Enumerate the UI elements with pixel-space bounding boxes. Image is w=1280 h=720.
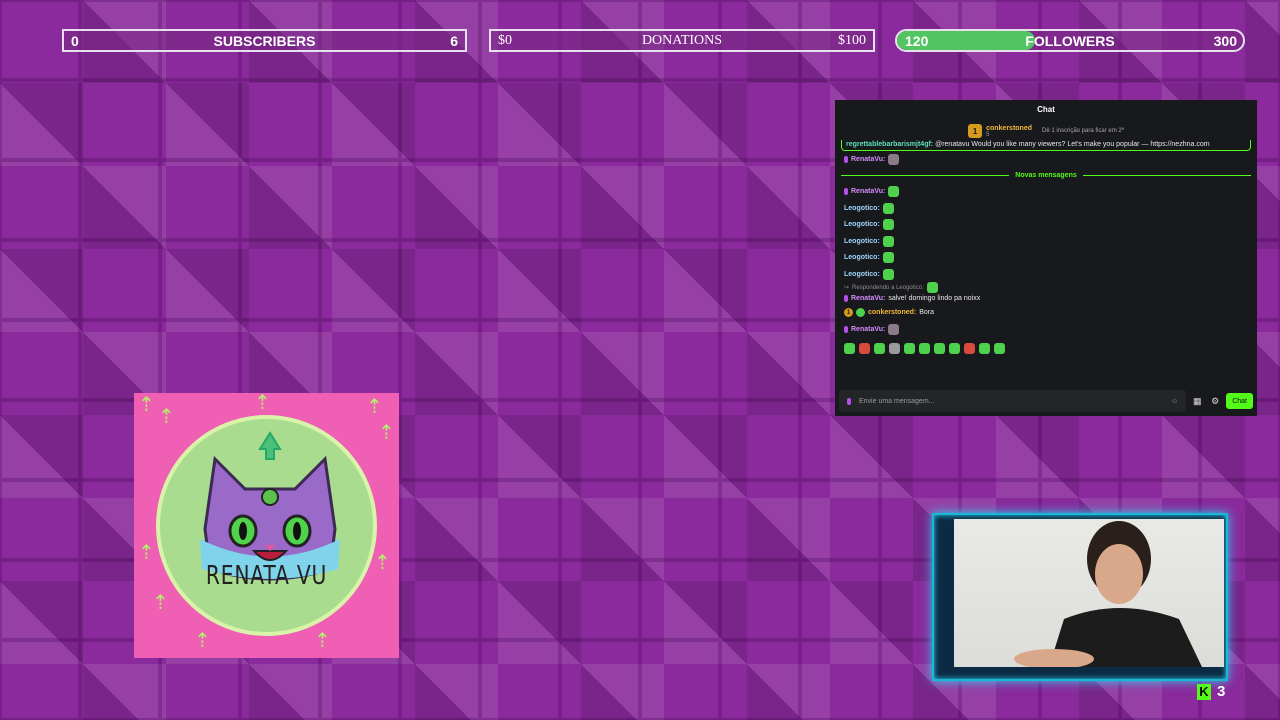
chat-input[interactable]: Envie uma mensagem... ☺	[839, 390, 1187, 412]
new-messages-divider: Novas mensagens	[835, 168, 1257, 184]
chat-panel: Chat 1 conkerstoned 5 Dê 1 inscrição par…	[835, 100, 1257, 416]
pinned-count: 5	[986, 131, 990, 138]
sub-badge-icon: 1	[968, 124, 983, 138]
reply-note-text: Respondendo a Leogotico:	[852, 284, 924, 291]
chat-message: Leogotico:	[835, 200, 1257, 217]
chat-input-row: Envie uma mensagem... ☺ ▦ ⚙ Chat	[839, 390, 1253, 412]
donations-label: DONATIONS	[641, 32, 723, 48]
chat-message: Leogotico:	[835, 250, 1257, 267]
emoji-icon[interactable]: ☺	[1171, 398, 1178, 405]
chat-username[interactable]: Leogotico:	[844, 221, 880, 228]
chat-message: Leogotico:	[835, 266, 1257, 283]
followers-goal-bar: 120 FOLLOWERS 300	[895, 29, 1245, 52]
chat-username[interactable]: RenataVu:	[851, 188, 885, 195]
emote-icon[interactable]	[964, 343, 975, 354]
microphone-icon	[844, 188, 848, 196]
gear-icon[interactable]: ⚙	[1208, 394, 1222, 408]
donations-target: $100	[838, 32, 866, 48]
emote-icon	[882, 219, 894, 231]
chat-username[interactable]: RenataVu:	[851, 326, 885, 333]
chat-message: Leogotico:	[835, 233, 1257, 250]
chat-username[interactable]: Leogotico:	[844, 271, 880, 278]
chat-message: Leogotico:	[835, 217, 1257, 234]
emote-icon[interactable]	[919, 343, 930, 354]
recent-emotes-bar	[835, 342, 1257, 356]
chat-text: Bora	[919, 309, 935, 317]
emote-icon[interactable]	[949, 343, 960, 354]
emote-icon	[926, 282, 938, 293]
subscribers-label: SUBSCRIBERS	[213, 32, 316, 49]
emote-icon[interactable]	[979, 343, 990, 354]
logo-text: RENATA VU	[205, 561, 328, 591]
channel-logo: ⇡ ⇡ ⇡ ⇡ ⇡ ⇡ ⇡ ⇡ ⇡ ⇡ RENATA VU	[134, 393, 399, 658]
webcam-video	[954, 519, 1224, 667]
chat-message: RenataVu: salve! domingo lindo pa noixx	[835, 293, 1257, 305]
chat-text: salve! domingo lindo pa noixx	[888, 295, 981, 302]
emote-icon[interactable]	[904, 343, 915, 354]
emote-icon[interactable]	[889, 343, 900, 354]
microphone-icon	[844, 295, 848, 302]
subscribers-goal-bar: 0 SUBSCRIBERS 6	[62, 29, 467, 52]
emote-icon[interactable]	[874, 343, 885, 354]
verified-icon	[856, 308, 865, 318]
send-chat-button[interactable]: Chat	[1226, 393, 1253, 409]
chat-username[interactable]: conkerstoned:	[868, 309, 916, 316]
pinned-subscriber[interactable]: 1 conkerstoned 5 Dê 1 inscrição para fic…	[835, 124, 1257, 138]
donations-current: $0	[498, 32, 512, 48]
reply-arrow-icon: ↪	[844, 285, 850, 291]
emote-icon	[888, 186, 900, 198]
new-messages-label: Novas mensagens	[1015, 172, 1077, 179]
highlight-username[interactable]: regrettablebarbarismjt4gf:	[846, 141, 933, 148]
followers-target: 300	[1213, 32, 1237, 49]
store-icon[interactable]: ▦	[1190, 394, 1204, 408]
viewer-count: K 3	[1197, 683, 1225, 700]
chat-username[interactable]: RenataVu:	[851, 156, 885, 163]
streamer-silhouette	[1014, 521, 1202, 667]
emote-icon[interactable]	[994, 343, 1005, 354]
subscribers-current: 0	[71, 32, 79, 49]
emote-icon	[882, 252, 894, 264]
chat-message: 1 conkerstoned: Bora	[835, 305, 1257, 322]
donations-goal-bar: $0 DONATIONS $100	[489, 29, 875, 52]
kick-logo-icon: K	[1197, 683, 1211, 700]
chat-input-placeholder: Envie uma mensagem...	[859, 397, 935, 405]
chat-username[interactable]: Leogotico:	[844, 254, 880, 261]
reply-note: ↪ Respondendo a Leogotico:	[835, 282, 1257, 293]
chat-username[interactable]: RenataVu:	[851, 295, 885, 302]
emote-icon[interactable]	[934, 343, 945, 354]
chat-title: Chat	[1037, 105, 1055, 114]
microphone-icon	[844, 325, 848, 333]
microphone-icon	[844, 155, 848, 163]
emote-icon	[888, 323, 900, 335]
emote-icon[interactable]	[859, 343, 870, 354]
logo-circle	[156, 415, 377, 636]
chat-message: RenataVu:	[835, 321, 1257, 338]
emote-icon	[882, 202, 894, 214]
chat-username[interactable]: Leogotico:	[844, 205, 880, 212]
chat-username[interactable]: Leogotico:	[844, 238, 880, 245]
pinned-note: Dê 1 inscrição para ficar em 2º	[1042, 128, 1124, 134]
emote-icon	[882, 235, 894, 247]
chat-message: RenataVu:	[835, 184, 1257, 201]
emote-icon	[882, 268, 894, 280]
subscribers-target: 6	[450, 32, 458, 49]
microphone-icon	[847, 397, 851, 405]
chat-message: RenataVu:	[835, 151, 1257, 168]
highlighted-message[interactable]: regrettablebarbarismjt4gf: @renatavu Wou…	[841, 140, 1251, 151]
followers-current: 120	[905, 32, 929, 49]
pinned-username: conkerstoned	[986, 124, 1032, 132]
cat-face-icon	[200, 431, 340, 581]
webcam-frame	[932, 513, 1228, 681]
highlight-text: @renatavu Would you like many viewers? L…	[935, 141, 1210, 148]
emote-icon	[888, 153, 900, 165]
emote-icon[interactable]	[844, 343, 855, 354]
viewer-count-value: 3	[1217, 683, 1226, 700]
sub-badge-icon: 1	[844, 308, 853, 318]
